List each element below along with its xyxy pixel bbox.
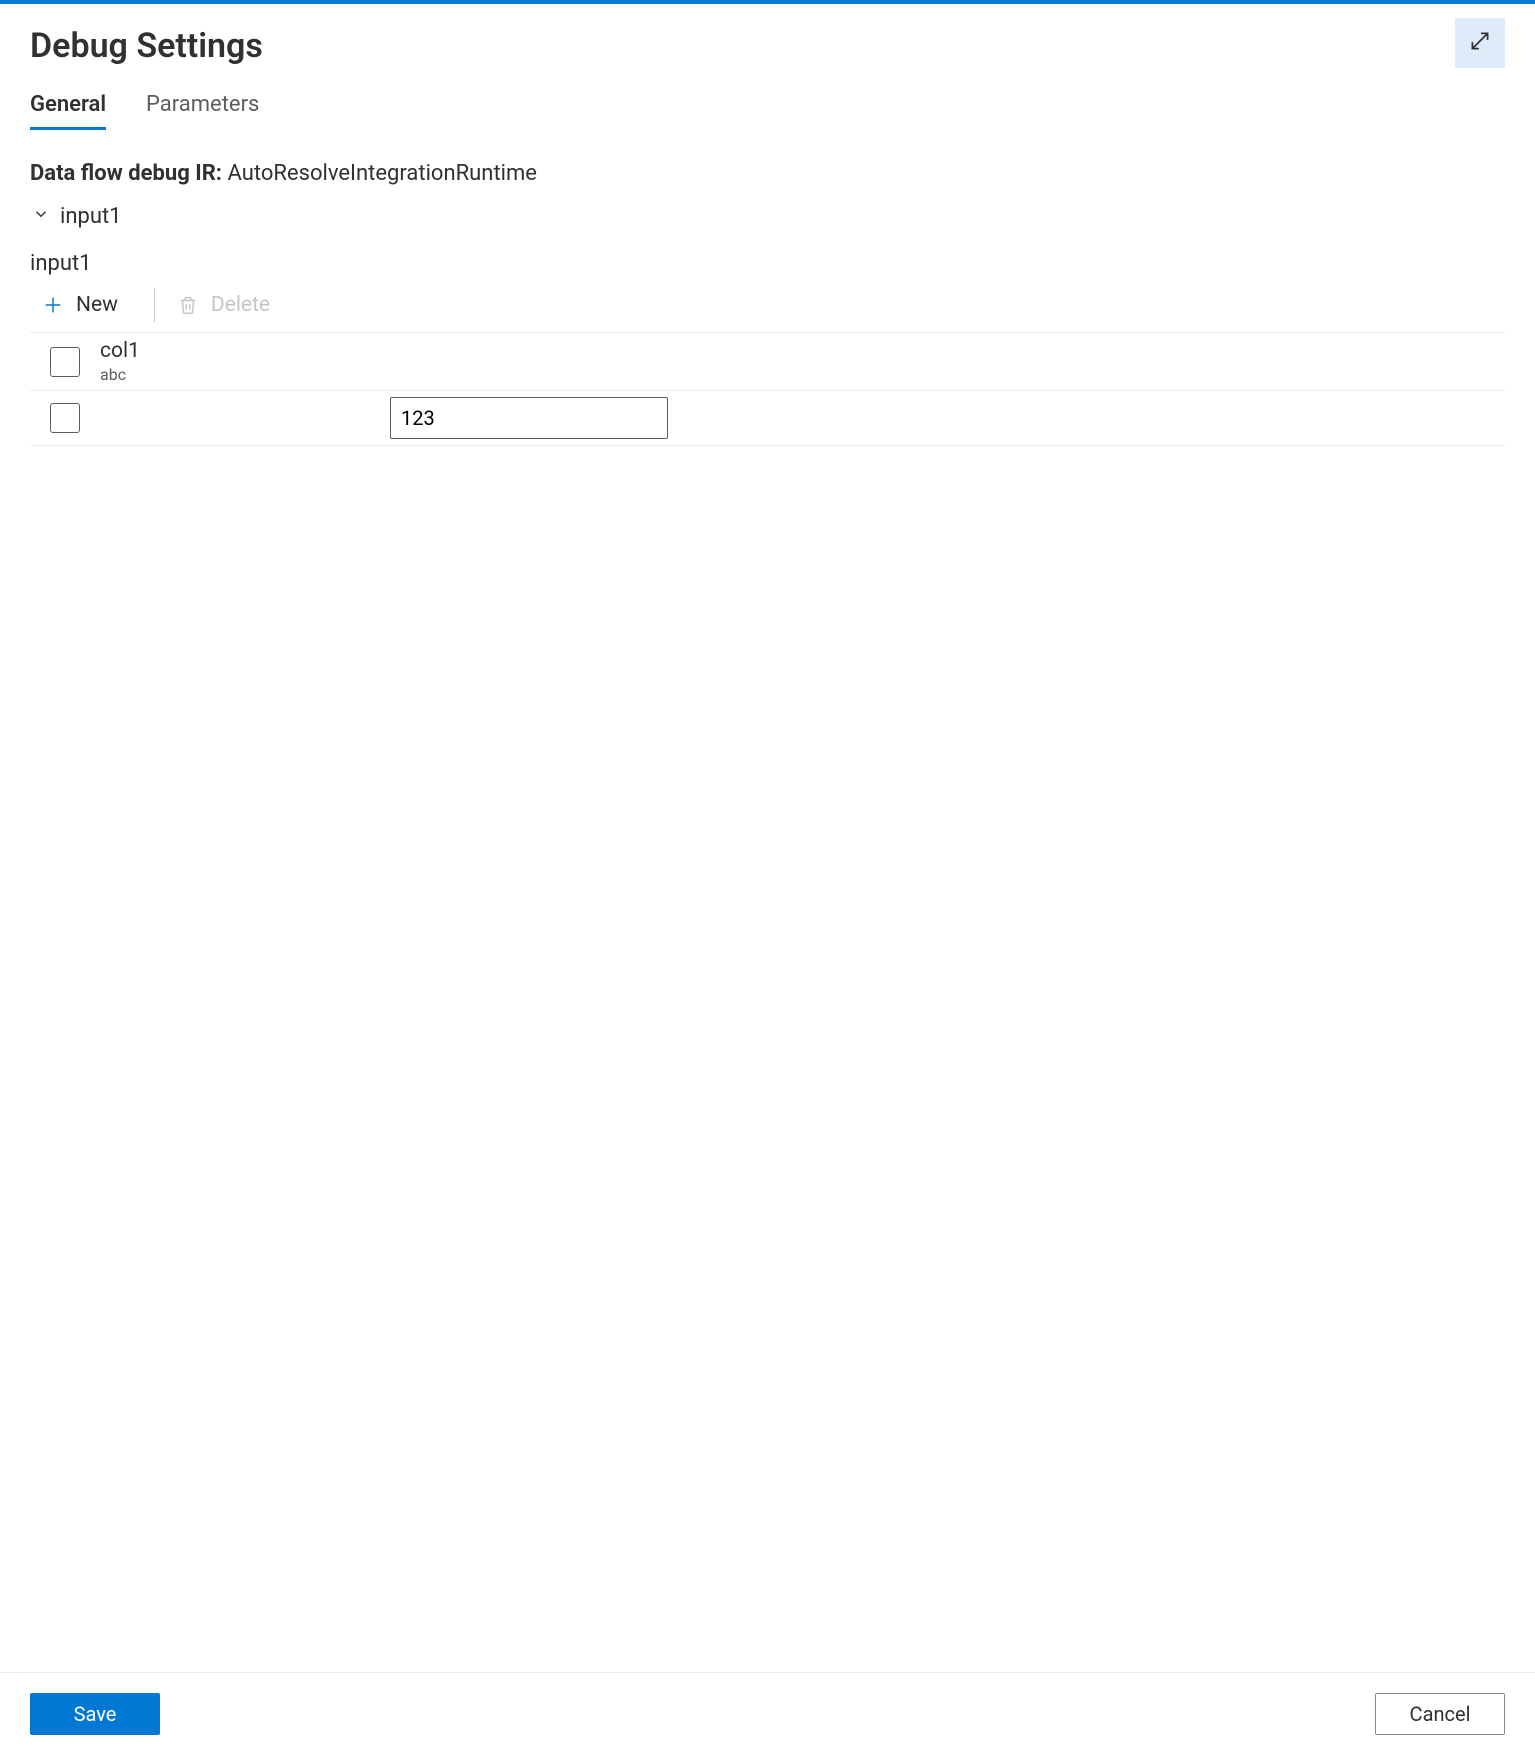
tabs: General Parameters xyxy=(30,84,1505,131)
toolbar: New Delete xyxy=(30,282,1505,333)
header-row: Debug Settings xyxy=(30,18,1505,84)
chevron-down-icon xyxy=(32,204,50,229)
debug-ir-value: AutoResolveIntegrationRuntime xyxy=(227,161,536,186)
delete-button-label: Delete xyxy=(211,293,270,317)
toolbar-separator xyxy=(154,288,155,322)
column-header-col1[interactable]: col1 abc xyxy=(100,339,390,384)
col1-value-input[interactable] xyxy=(390,397,668,439)
plus-icon xyxy=(42,294,64,316)
trash-icon xyxy=(177,294,199,316)
select-all-checkbox[interactable] xyxy=(50,347,80,377)
page-title: Debug Settings xyxy=(30,26,263,66)
new-button[interactable]: New xyxy=(38,289,136,321)
expand-icon xyxy=(1467,28,1493,59)
expand-button[interactable] xyxy=(1455,18,1505,68)
input-heading: input1 xyxy=(30,251,1505,276)
column-type: abc xyxy=(100,365,390,384)
column-name: col1 xyxy=(100,339,390,363)
delete-button: Delete xyxy=(173,289,288,321)
content-area: Debug Settings General Parameters Data f… xyxy=(0,4,1535,1672)
tab-parameters[interactable]: Parameters xyxy=(146,84,259,130)
footer: Save Cancel xyxy=(0,1672,1535,1757)
table-row xyxy=(30,391,1505,446)
save-button[interactable]: Save xyxy=(30,1693,160,1735)
tab-general[interactable]: General xyxy=(30,84,106,130)
debug-ir-label: Data flow debug IR: xyxy=(30,161,222,186)
new-button-label: New xyxy=(76,293,118,317)
cancel-button[interactable]: Cancel xyxy=(1375,1693,1505,1735)
input-group-toggle[interactable]: input1 xyxy=(32,204,1505,229)
debug-ir-line: Data flow debug IR: AutoResolveIntegrati… xyxy=(30,161,1505,186)
row-checkbox[interactable] xyxy=(50,403,80,433)
table-header-row: col1 abc xyxy=(30,333,1505,391)
input-group-name: input1 xyxy=(60,204,122,229)
